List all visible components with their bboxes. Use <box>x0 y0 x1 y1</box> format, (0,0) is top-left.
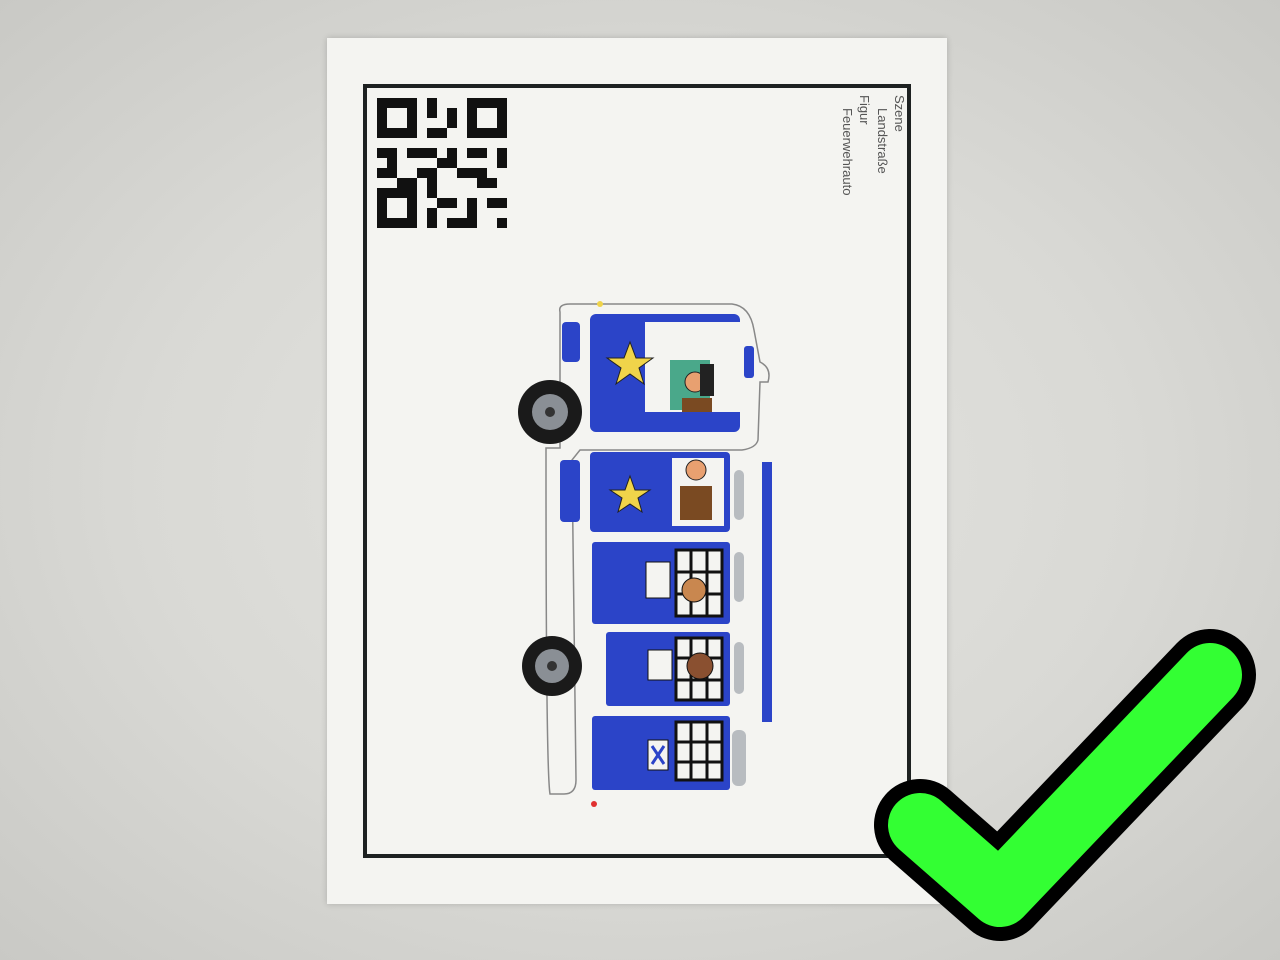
scene-heading: Szene <box>892 95 907 132</box>
green-checkmark-icon <box>874 629 1256 941</box>
vehicle-drawing <box>518 301 772 807</box>
scene-value: Landstraße <box>875 108 890 174</box>
figure-heading: Figur <box>857 95 872 125</box>
figure-value: Feuerwehrauto <box>840 108 855 196</box>
qr-code-icon <box>377 98 507 228</box>
